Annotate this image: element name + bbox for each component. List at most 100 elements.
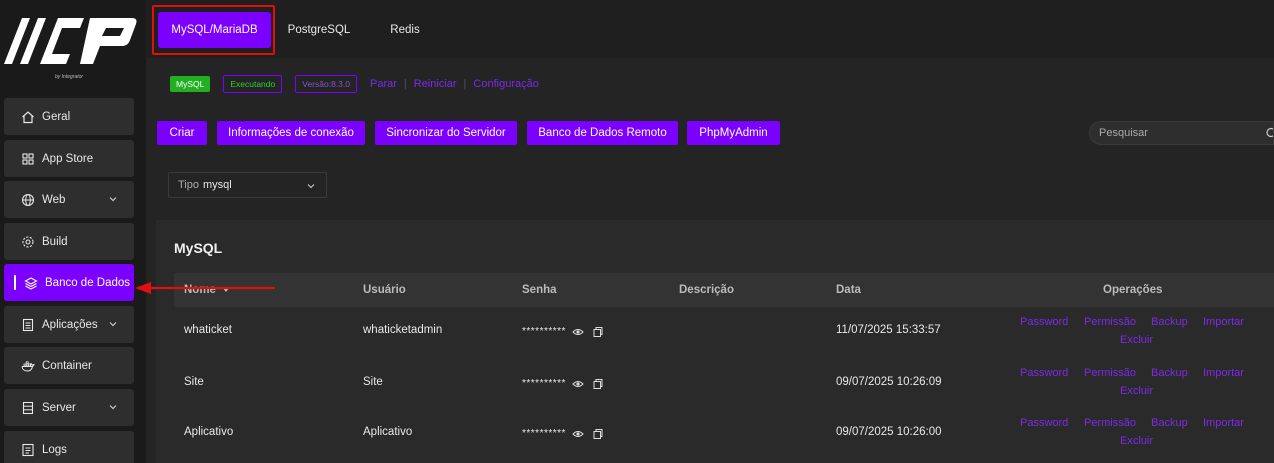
logo-subtitle: by Integrator	[55, 74, 84, 80]
op-import-link[interactable]: Importar	[1203, 417, 1244, 429]
content-area: MySQL Executando Versão:8.3.0 Parar | Re…	[146, 58, 1274, 463]
op-backup-link[interactable]: Backup	[1151, 417, 1188, 429]
sidebar-item-app-store[interactable]: App Store	[4, 140, 134, 177]
app-window: by Integrator Geral App Store Web Build …	[0, 0, 1274, 463]
separator: |	[463, 78, 467, 90]
sidebar-item-label: Build	[42, 235, 68, 248]
column-header-senha: Senha	[522, 284, 557, 296]
cell-password: **********	[522, 378, 566, 389]
table-row: Site Site ********** 09/07/2025 10:26:09…	[174, 357, 1274, 407]
cell-name: Aplicativo	[184, 426, 234, 438]
sidebar-item-container[interactable]: Container	[4, 347, 134, 384]
sidebar-item-web[interactable]: Web	[4, 181, 134, 218]
sidebar-item-build[interactable]: Build	[4, 223, 134, 260]
chevron-down-icon	[109, 322, 117, 327]
active-indicator	[14, 275, 16, 290]
logo: by Integrator	[0, 8, 140, 80]
op-permission-link[interactable]: Permissão	[1084, 316, 1136, 328]
chevron-down-icon	[307, 184, 315, 189]
op-password-link[interactable]: Password	[1020, 316, 1068, 328]
op-delete-link[interactable]: Excluir	[1120, 385, 1153, 397]
column-header-usuario: Usuário	[363, 284, 406, 296]
logo-icon	[4, 18, 137, 64]
sidebar-item-aplicacoes[interactable]: Aplicações	[4, 306, 134, 343]
op-password-link[interactable]: Password	[1020, 417, 1068, 429]
cell-name: Site	[184, 376, 204, 388]
version-badge: Versão:8.3.0	[295, 75, 357, 93]
cell-name: whaticket	[184, 324, 232, 336]
type-select-label: Tipo	[178, 179, 199, 191]
docker-icon	[21, 359, 35, 373]
panel-title: MySQL	[174, 240, 223, 256]
tab-bar: MySQL/MariaDB PostgreSQL Redis	[146, 0, 1274, 58]
running-status-badge: Executando	[223, 75, 283, 93]
search-input[interactable]: Pesquisar	[1089, 121, 1274, 145]
tab-redis[interactable]: Redis	[378, 12, 432, 48]
copy-icon[interactable]	[592, 377, 604, 389]
sidebar-item-label: Banco de Dados	[45, 276, 131, 289]
sidebar-item-label: App Store	[42, 152, 94, 165]
type-select-value: mysql	[203, 179, 232, 191]
connection-info-button[interactable]: Informações de conexão	[217, 121, 365, 145]
op-backup-link[interactable]: Backup	[1151, 367, 1188, 379]
table-row: Aplicativo Aplicativo ********** 09/07/2…	[174, 407, 1274, 457]
cell-password: **********	[522, 428, 566, 439]
op-delete-link[interactable]: Excluir	[1120, 334, 1153, 346]
config-link[interactable]: Configuração	[473, 78, 538, 90]
globe-icon	[21, 193, 35, 207]
copy-icon[interactable]	[592, 427, 604, 439]
chevron-down-icon	[109, 197, 117, 202]
sidebar-item-label: Logs	[42, 443, 67, 456]
sidebar: by Integrator Geral App Store Web Build …	[0, 0, 140, 463]
search-icon[interactable]	[1265, 127, 1273, 139]
restart-link[interactable]: Reiniciar	[414, 78, 457, 90]
sync-server-button[interactable]: Sincronizar do Servidor	[375, 121, 517, 145]
create-button[interactable]: Criar	[157, 121, 207, 145]
column-header-operacoes: Operações	[1103, 284, 1163, 296]
sidebar-item-label: Server	[42, 401, 76, 414]
column-header-descricao: Descrição	[679, 284, 734, 296]
type-select[interactable]: Tipo mysql	[168, 172, 327, 198]
status-row: MySQL Executando Versão:8.3.0 Parar | Re…	[170, 75, 539, 93]
op-permission-link[interactable]: Permissão	[1084, 417, 1136, 429]
sidebar-item-geral[interactable]: Geral	[4, 98, 134, 135]
grid-icon	[21, 152, 35, 166]
cell-user: Aplicativo	[363, 426, 413, 438]
op-permission-link[interactable]: Permissão	[1084, 367, 1136, 379]
stop-link[interactable]: Parar	[370, 78, 397, 90]
sidebar-item-logs[interactable]: Logs	[4, 431, 134, 463]
phpmyadmin-button[interactable]: PhpMyAdmin	[687, 121, 780, 145]
op-import-link[interactable]: Importar	[1203, 367, 1244, 379]
column-header-nome[interactable]: Nome	[184, 284, 231, 296]
layers-icon	[24, 276, 38, 290]
sidebar-item-banco-de-dados[interactable]: Banco de Dados	[4, 264, 134, 301]
server-icon	[21, 401, 35, 415]
table-header: Nome Usuário Senha Descrição Data Operaç…	[174, 273, 1274, 307]
main-area: MySQL/MariaDB PostgreSQL Redis MySQL Exe…	[146, 0, 1274, 463]
column-header-data: Data	[836, 284, 861, 296]
eye-icon[interactable]	[572, 325, 584, 337]
cell-date: 09/07/2025 10:26:09	[836, 376, 942, 388]
sidebar-item-label: Web	[42, 193, 66, 206]
search-placeholder: Pesquisar	[1099, 127, 1148, 139]
cell-user: Site	[363, 376, 383, 388]
eye-icon[interactable]	[572, 377, 584, 389]
table-row: whaticket whaticketadmin ********** 11/0…	[174, 307, 1274, 357]
remote-db-button[interactable]: Banco de Dados Remoto	[527, 121, 678, 145]
chevron-down-icon	[109, 405, 117, 410]
sort-down-icon[interactable]	[221, 285, 231, 293]
op-delete-link[interactable]: Excluir	[1120, 435, 1153, 447]
eye-icon[interactable]	[572, 427, 584, 439]
db-type-badge: MySQL	[170, 76, 211, 92]
op-password-link[interactable]: Password	[1020, 367, 1068, 379]
copy-icon[interactable]	[592, 325, 604, 337]
cell-date: 11/07/2025 15:33:57	[836, 324, 941, 336]
cell-password: **********	[522, 326, 566, 337]
list-icon	[21, 443, 35, 457]
op-import-link[interactable]: Importar	[1203, 316, 1244, 328]
op-backup-link[interactable]: Backup	[1151, 316, 1188, 328]
tab-mysql-mariadb[interactable]: MySQL/MariaDB	[158, 12, 271, 48]
tab-postgresql[interactable]: PostgreSQL	[280, 12, 358, 48]
sidebar-item-server[interactable]: Server	[4, 389, 134, 426]
separator: |	[403, 78, 407, 90]
